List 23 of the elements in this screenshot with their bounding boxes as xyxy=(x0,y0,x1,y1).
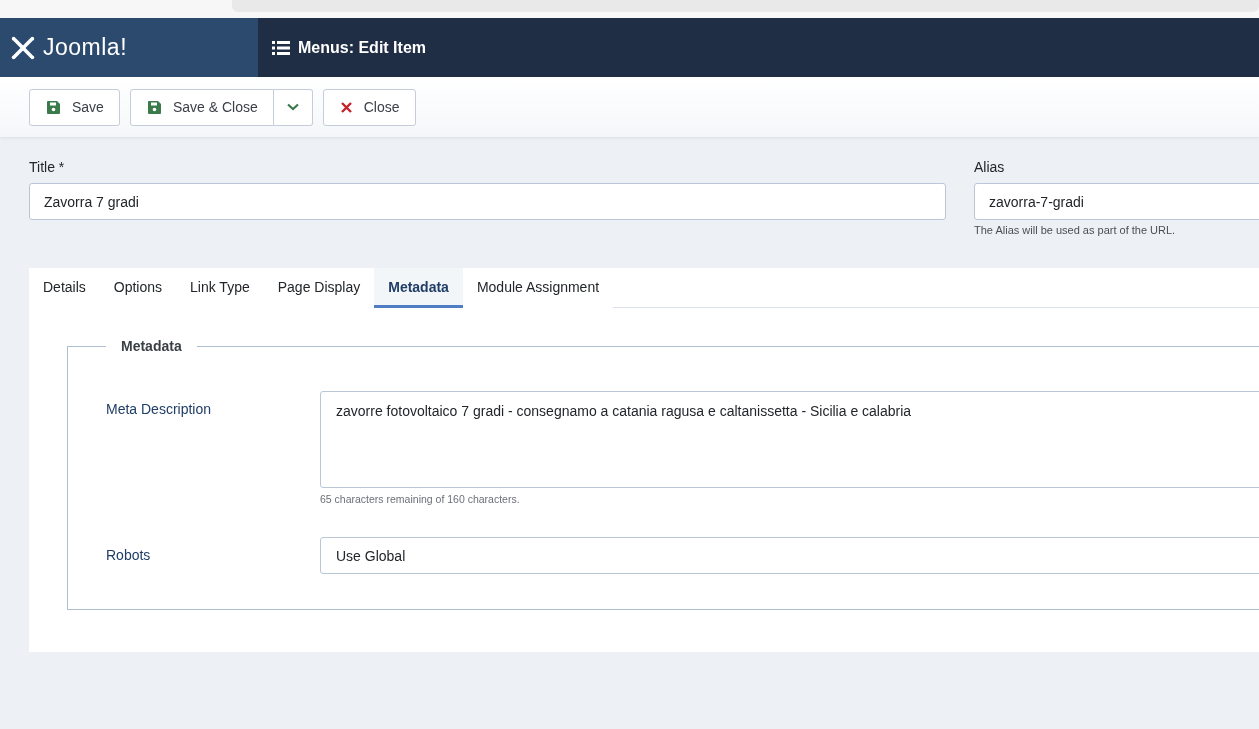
description-textarea[interactable]: zavorre fotovoltaico 7 gradi - consegnamo a catania ragusa e caltanissetta - Sicilia e calabria xyxy=(320,391,1259,488)
field-hint: The Alias will be used as part of the URL. xyxy=(974,224,1177,236)
character-counter: 65 characters remaining of 160 characters. xyxy=(320,493,521,505)
save-close-button[interactable]: Save & Close xyxy=(129,88,274,126)
robots-select[interactable]: Use Global xyxy=(320,537,1259,574)
field-label: Robots xyxy=(106,546,152,565)
page-title: Menus: Edit Item xyxy=(298,38,426,57)
floppy-icon xyxy=(147,100,161,114)
close-button[interactable]: Close xyxy=(322,88,416,126)
fieldset-legend: Metadata xyxy=(106,338,197,354)
alias-field[interactable]: zavorra-7-gradi xyxy=(974,183,1259,220)
field-label: Meta Description xyxy=(106,400,213,419)
close-icon xyxy=(340,101,352,113)
save-button[interactable]: Save xyxy=(29,88,120,126)
field-label: Alias xyxy=(974,159,1006,175)
chevron-down-icon xyxy=(286,103,299,111)
title-field[interactable]: Zavorra 7 gradi xyxy=(29,183,946,220)
tab[interactable]: Metadata xyxy=(374,268,463,308)
list-icon xyxy=(272,39,290,56)
field-label: Title * xyxy=(29,159,66,175)
dropdown-toggle[interactable] xyxy=(273,88,313,126)
floppy-icon xyxy=(47,100,60,114)
logo-wordmark: Joomla! xyxy=(43,34,128,61)
